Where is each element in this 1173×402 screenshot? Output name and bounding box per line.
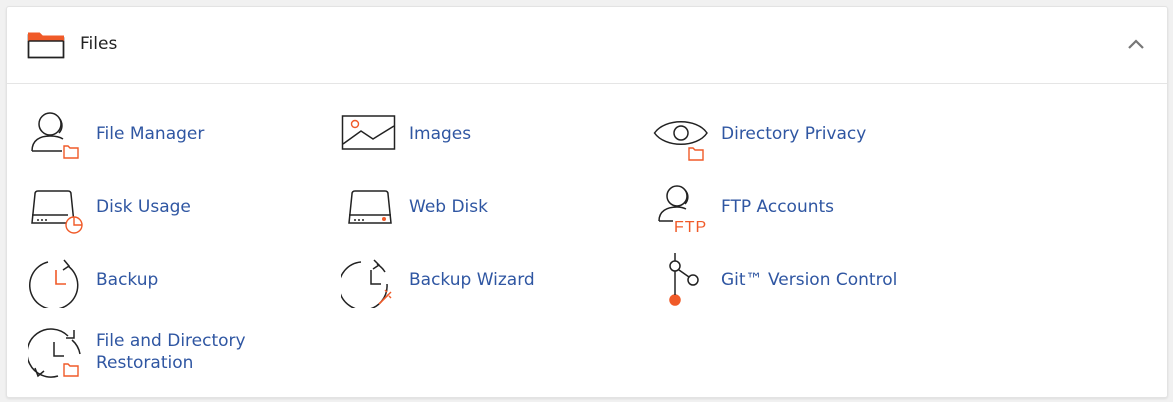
directory-privacy-label: Directory Privacy xyxy=(721,124,867,144)
backup-link[interactable]: Backup xyxy=(28,252,308,308)
images-icon xyxy=(341,115,396,150)
git-icon xyxy=(669,253,699,306)
web-disk-label: Web Disk xyxy=(409,197,488,217)
files-panel: Files File Manager Images Directory Priv xyxy=(6,6,1168,398)
ftp-accounts-icon: FTP xyxy=(658,185,707,235)
disk-usage-link[interactable]: Disk Usage xyxy=(28,179,308,235)
ftp-accounts-link[interactable]: FTP FTP Accounts xyxy=(653,179,953,235)
file-restoration-icon xyxy=(28,328,81,378)
file-manager-label: File Manager xyxy=(96,124,205,144)
disk-usage-label: Disk Usage xyxy=(96,197,191,217)
ftp-icon-text: FTP xyxy=(674,219,707,235)
file-restoration-label: File and Directory Restoration xyxy=(96,331,246,373)
folder-icon xyxy=(27,32,65,59)
directory-privacy-icon xyxy=(653,121,708,161)
backup-icon xyxy=(28,259,79,308)
backup-label: Backup xyxy=(96,270,159,290)
images-label: Images xyxy=(409,124,472,144)
directory-privacy-link[interactable]: Directory Privacy xyxy=(653,106,953,162)
backup-wizard-icon xyxy=(341,259,392,308)
section-title: Files xyxy=(80,34,118,54)
file-manager-link[interactable]: File Manager xyxy=(28,106,308,162)
backup-wizard-label: Backup Wizard xyxy=(409,270,535,290)
file-restoration-link[interactable]: File and Directory Restoration xyxy=(28,324,308,380)
web-disk-icon xyxy=(348,190,392,224)
git-version-control-label: Git™ Version Control xyxy=(721,270,898,290)
files-section-header[interactable]: Files xyxy=(7,7,1167,84)
backup-wizard-link[interactable]: Backup Wizard xyxy=(341,252,621,308)
disk-usage-icon xyxy=(31,190,83,234)
chevron-up-icon[interactable] xyxy=(1127,37,1145,51)
ftp-accounts-label: FTP Accounts xyxy=(721,197,835,217)
git-version-control-link[interactable]: Git™ Version Control xyxy=(653,252,953,308)
file-manager-icon xyxy=(31,112,79,159)
web-disk-link[interactable]: Web Disk xyxy=(341,179,621,235)
images-link[interactable]: Images xyxy=(341,106,621,162)
